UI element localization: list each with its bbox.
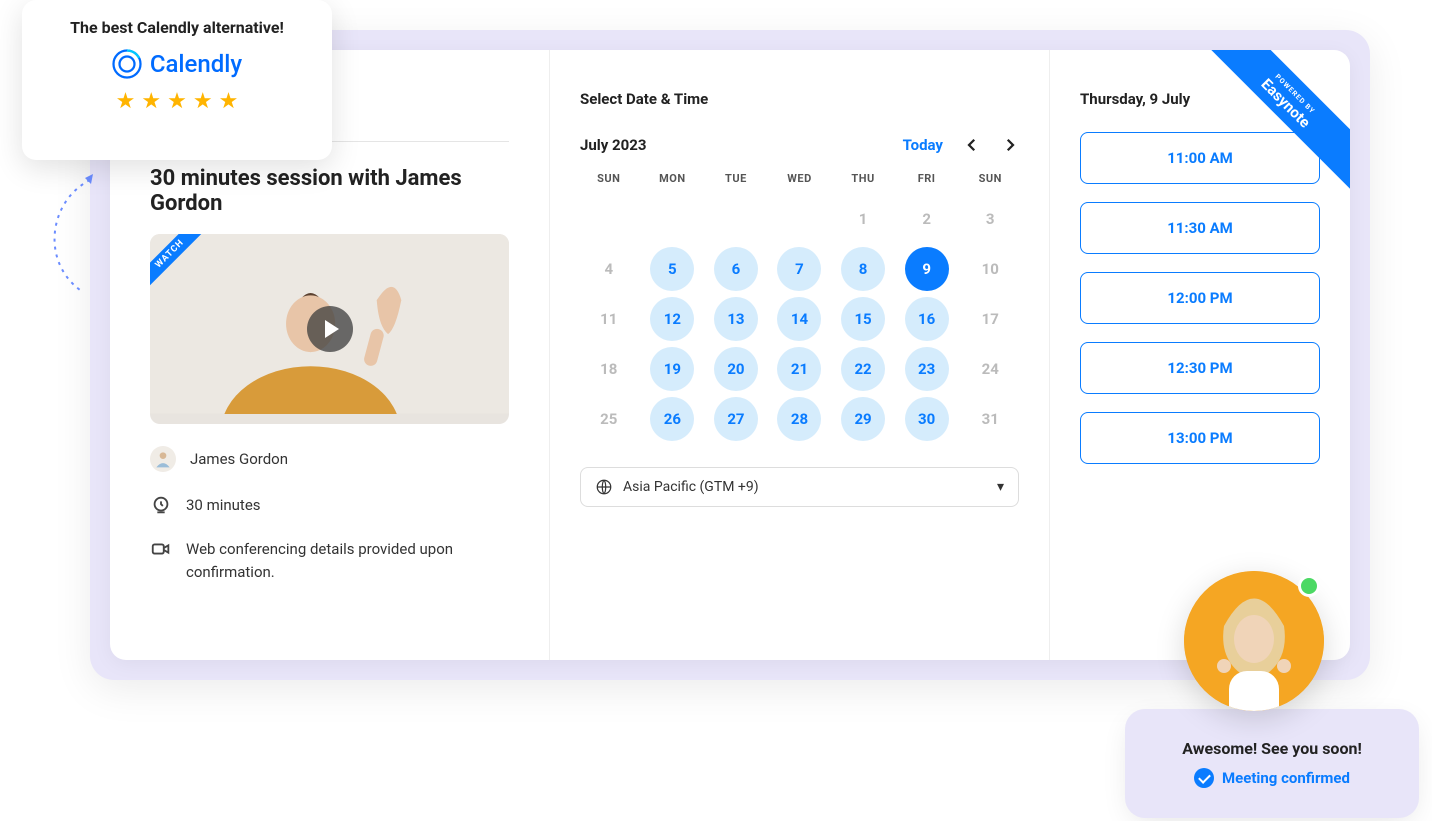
today-button[interactable]: Today (903, 136, 943, 154)
conferencing-text: Web conferencing details provided upon c… (186, 538, 509, 583)
month-label: July 2023 (580, 136, 646, 154)
calendar-day: 4 (580, 247, 638, 291)
calendar-day[interactable]: 20 (714, 347, 758, 391)
slots-panel: POWERED BY Easynote Thursday, 9 July 11:… (1050, 50, 1350, 660)
calendar-day[interactable]: 13 (714, 297, 758, 341)
time-slot[interactable]: 12:00 PM (1080, 272, 1320, 324)
powered-by-ribbon: POWERED BY Easynote (1200, 50, 1350, 200)
star-icon: ★ (193, 89, 213, 114)
confirmed-row: Meeting confirmed (1153, 768, 1391, 788)
dow-label: FRI (898, 172, 956, 185)
calendar-day[interactable]: 28 (777, 397, 821, 441)
confirmed-text: Meeting confirmed (1222, 769, 1350, 787)
calendar-day (771, 197, 829, 241)
online-status-icon (1298, 575, 1320, 597)
star-icon: ★ (141, 89, 161, 114)
dow-label: MON (644, 172, 702, 185)
section-label: Select Date & Time (580, 90, 1019, 108)
calendar-day: 11 (580, 297, 638, 341)
calendar-day[interactable]: 8 (841, 247, 885, 291)
calendar-day[interactable]: 5 (650, 247, 694, 291)
star-icon: ★ (116, 89, 136, 114)
calendar-panel: Select Date & Time July 2023 Today SUN MO… (550, 50, 1050, 660)
calendar-day[interactable]: 9 (905, 247, 949, 291)
awesome-title: Awesome! See you soon! (1153, 739, 1391, 758)
calendar-grid: 1234567891011121314151617181920212223242… (580, 197, 1019, 441)
video-icon (150, 538, 172, 560)
dotted-arrow-icon (30, 170, 110, 310)
calendar-day (644, 197, 702, 241)
timezone-select[interactable]: Asia Pacific (GTM +9) ▾ (580, 467, 1019, 507)
host-name: James Gordon (190, 450, 288, 468)
intro-video[interactable]: WATCH (150, 234, 509, 424)
calendly-icon (112, 49, 142, 79)
prev-month-icon[interactable] (963, 136, 981, 154)
calendar-day[interactable]: 27 (714, 397, 758, 441)
dow-label: TUE (707, 172, 765, 185)
play-icon[interactable] (307, 306, 353, 352)
calendar-day[interactable]: 12 (650, 297, 694, 341)
confirmation-callout: Awesome! See you soon! Meeting confirmed (1132, 716, 1412, 811)
calendar-day[interactable]: 7 (777, 247, 821, 291)
star-rating: ★★★★★ (42, 89, 312, 114)
calendar-day: 10 (961, 247, 1019, 291)
calendar-day: 24 (961, 347, 1019, 391)
star-icon: ★ (219, 89, 239, 114)
timezone-value: Asia Pacific (GTM +9) (623, 479, 759, 495)
host-row: James Gordon (150, 446, 509, 472)
calendar-day: 3 (961, 197, 1019, 241)
callout-title: The best Calendly alternative! (42, 18, 312, 37)
calendar-day[interactable]: 15 (841, 297, 885, 341)
dow-label: WED (771, 172, 829, 185)
time-slot[interactable]: 12:30 PM (1080, 342, 1320, 394)
duration-text: 30 minutes (186, 496, 261, 514)
calendar-day: 2 (898, 197, 956, 241)
time-slot[interactable]: 11:30 AM (1080, 202, 1320, 254)
calendar-day[interactable]: 22 (841, 347, 885, 391)
calendar-day (580, 197, 638, 241)
dow-label: THU (834, 172, 892, 185)
conferencing-row: Web conferencing details provided upon c… (150, 538, 509, 583)
calendar-day: 25 (580, 397, 638, 441)
calendar-day[interactable]: 19 (650, 347, 694, 391)
calendar-day: 1 (834, 197, 892, 241)
star-icon: ★ (167, 89, 187, 114)
check-icon (1194, 768, 1214, 788)
calendar-day: 17 (961, 297, 1019, 341)
calendar-day[interactable]: 26 (650, 397, 694, 441)
next-month-icon[interactable] (1001, 136, 1019, 154)
calendar-day[interactable]: 30 (905, 397, 949, 441)
clock-icon (150, 494, 172, 516)
calendar-day[interactable]: 16 (905, 297, 949, 341)
avatar-icon (150, 446, 176, 472)
calendly-logo: Calendly (42, 49, 312, 79)
duration-row: 30 minutes (150, 494, 509, 516)
alternative-callout: The best Calendly alternative! Calendly … (22, 0, 332, 160)
dow-label: SUN (961, 172, 1019, 185)
dow-label: SUN (580, 172, 638, 185)
calendar-day[interactable]: 6 (714, 247, 758, 291)
dow-row: SUN MON TUE WED THU FRI SUN (580, 172, 1019, 185)
calendar-day[interactable]: 23 (905, 347, 949, 391)
globe-icon (595, 478, 613, 496)
calendar-day[interactable]: 21 (777, 347, 821, 391)
session-title: 30 minutes session with James Gordon (150, 166, 509, 216)
calendar-header: July 2023 Today (580, 136, 1019, 154)
calendar-day: 18 (580, 347, 638, 391)
user-avatar-bubble (1184, 571, 1324, 711)
calendar-day (707, 197, 765, 241)
calendly-text: Calendly (150, 50, 242, 78)
calendar-day[interactable]: 29 (841, 397, 885, 441)
caret-down-icon: ▾ (997, 479, 1004, 495)
time-slot[interactable]: 13:00 PM (1080, 412, 1320, 464)
calendar-day: 31 (961, 397, 1019, 441)
calendar-day[interactable]: 14 (777, 297, 821, 341)
